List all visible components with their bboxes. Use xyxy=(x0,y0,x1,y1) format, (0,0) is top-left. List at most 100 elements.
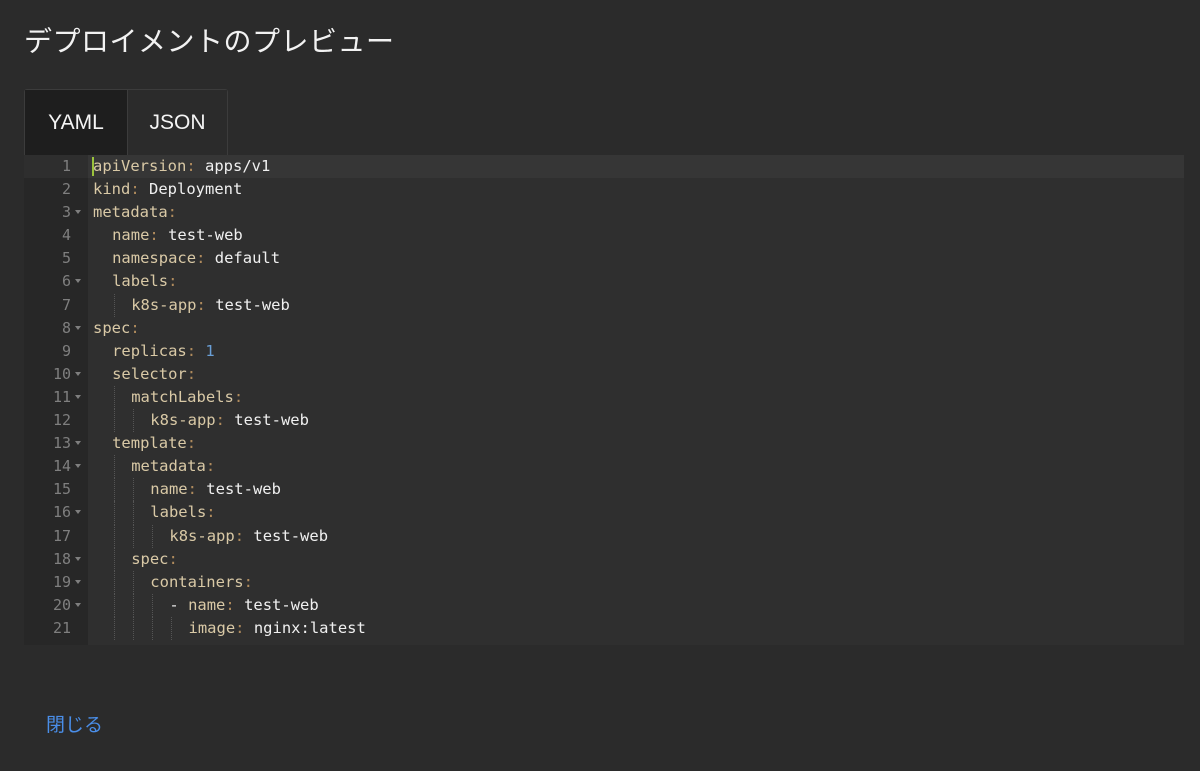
code-line[interactable]: 21 image: nginx:latest xyxy=(24,616,1184,640)
yaml-colon: : xyxy=(243,572,253,591)
fold-toggle-icon[interactable] xyxy=(75,464,81,469)
close-button[interactable]: 閉じる xyxy=(46,710,103,737)
code-line[interactable]: 17 k8s-app: test-web xyxy=(24,524,1184,548)
code-line[interactable]: 10 selector: xyxy=(24,363,1184,386)
yaml-key: image xyxy=(188,618,236,637)
yaml-key: name xyxy=(150,480,188,499)
yaml-key: replicas xyxy=(112,341,187,360)
yaml-key: k8s-app xyxy=(131,295,197,314)
code-line[interactable]: 12 k8s-app: test-web xyxy=(24,409,1184,433)
indent-guide xyxy=(133,616,135,640)
yaml-value: apps/v1 xyxy=(195,157,271,175)
yaml-colon: : xyxy=(186,364,197,383)
code-line[interactable]: 19 containers: xyxy=(24,570,1184,594)
indent-guide xyxy=(152,593,154,617)
fold-toggle-icon[interactable] xyxy=(75,579,81,584)
indent-guide xyxy=(114,570,116,594)
fold-toggle-icon[interactable] xyxy=(75,441,81,446)
fold-toggle-icon[interactable] xyxy=(75,371,81,376)
yaml-colon: : xyxy=(215,411,225,430)
yaml-key: metadata xyxy=(131,457,206,476)
code-line[interactable]: 16 labels: xyxy=(24,501,1184,525)
code-line[interactable]: 11 matchLabels: xyxy=(24,385,1184,410)
code-line[interactable]: 4 name: test-web xyxy=(24,224,1184,247)
code-text: apiVersion: apps/v1 xyxy=(93,155,270,178)
yaml-key: containers xyxy=(150,572,244,591)
yaml-value: nginx:latest xyxy=(244,618,366,637)
code-line[interactable]: 13 template: xyxy=(24,432,1184,455)
indent-guide xyxy=(114,524,116,548)
code-line[interactable]: 1 apiVersion: apps/v1 xyxy=(24,155,1184,179)
code-line[interactable]: 6 labels: xyxy=(24,270,1184,293)
code-text: labels: xyxy=(112,270,177,293)
yaml-colon: : xyxy=(149,226,159,245)
yaml-value: test-web xyxy=(196,480,281,499)
yaml-key: spec xyxy=(131,549,169,568)
code-line[interactable]: 9 replicas: 1 xyxy=(24,340,1184,363)
yaml-colon: : xyxy=(186,157,196,175)
indent-guide xyxy=(114,593,116,617)
yaml-colon: : xyxy=(225,595,235,614)
line-number: 2 xyxy=(61,180,71,199)
code-text: metadata: xyxy=(93,201,177,224)
yaml-key: name xyxy=(112,226,150,245)
fold-toggle-icon[interactable] xyxy=(75,602,81,607)
yaml-key: spec xyxy=(93,318,131,337)
code-line[interactable]: 3 metadata: xyxy=(24,201,1184,224)
code-line[interactable]: 15 name: test-web xyxy=(24,478,1184,502)
yaml-key: selector xyxy=(112,364,187,383)
code-text: labels: xyxy=(150,501,215,524)
code-line[interactable]: 8 spec: xyxy=(24,317,1184,340)
indent-guide xyxy=(114,616,116,640)
format-tabs: YAML JSON xyxy=(24,89,228,155)
yaml-colon: : xyxy=(205,457,216,476)
indent-guide xyxy=(114,385,116,410)
code-line[interactable]: 2 kind: Deployment xyxy=(24,178,1184,201)
code-text: template: xyxy=(112,432,196,455)
yaml-colon: : xyxy=(233,387,244,406)
code-text: spec: xyxy=(131,548,178,571)
yaml-key: matchLabels xyxy=(131,387,234,406)
yaml-colon: : xyxy=(206,503,216,522)
code-line[interactable]: 5 namespace: default xyxy=(24,247,1184,270)
yaml-key: metadata xyxy=(93,203,168,222)
tab-yaml[interactable]: YAML xyxy=(25,90,127,155)
indent-guide xyxy=(114,478,116,502)
code-line[interactable]: 14 metadata: xyxy=(24,455,1184,479)
line-number: 5 xyxy=(61,249,71,268)
yaml-key: apiVersion xyxy=(93,157,187,175)
fold-toggle-icon[interactable] xyxy=(75,325,81,330)
indent-guide xyxy=(114,455,116,479)
indent-guide xyxy=(133,478,135,502)
line-number: 17 xyxy=(52,526,71,545)
line-number: 15 xyxy=(52,480,71,499)
fold-toggle-icon[interactable] xyxy=(75,510,81,515)
indent-guide xyxy=(152,524,154,548)
code-text: spec: xyxy=(93,317,140,340)
yaml-colon: : xyxy=(186,434,197,453)
code-text: name: test-web xyxy=(150,478,281,501)
yaml-key: namespace xyxy=(112,249,197,268)
fold-toggle-icon[interactable] xyxy=(75,394,81,399)
indent-guide xyxy=(133,593,135,617)
fold-toggle-icon[interactable] xyxy=(75,556,81,561)
code-line[interactable]: 18 spec: xyxy=(24,547,1184,571)
code-text: k8s-app: test-web xyxy=(169,525,328,548)
code-line[interactable]: 7 k8s-app: test-web xyxy=(24,293,1184,317)
code-editor[interactable]: 1 apiVersion: apps/v1 2 kind: Deployment 3 me… xyxy=(24,155,1184,645)
tab-json[interactable]: JSON xyxy=(127,90,227,155)
yaml-key: kind xyxy=(93,180,131,199)
code-text: matchLabels: xyxy=(131,386,243,409)
fold-toggle-icon[interactable] xyxy=(75,210,81,215)
yaml-key: name xyxy=(188,595,226,614)
fold-toggle-icon[interactable] xyxy=(75,279,81,284)
dialog-title: デプロイメントのプレビュー xyxy=(24,25,395,58)
yaml-key: labels xyxy=(150,503,207,522)
yaml-colon: : xyxy=(234,526,245,545)
code-line[interactable]: 20- name: test-web xyxy=(24,593,1184,617)
code-text: containers: xyxy=(150,571,253,594)
yaml-colon: : xyxy=(196,295,206,314)
deployment-preview-dialog: デプロイメントのプレビュー YAML JSON 1 apiVersion: app… xyxy=(0,0,1200,771)
line-number: 7 xyxy=(61,295,71,314)
code-text: namespace: default xyxy=(112,247,280,270)
